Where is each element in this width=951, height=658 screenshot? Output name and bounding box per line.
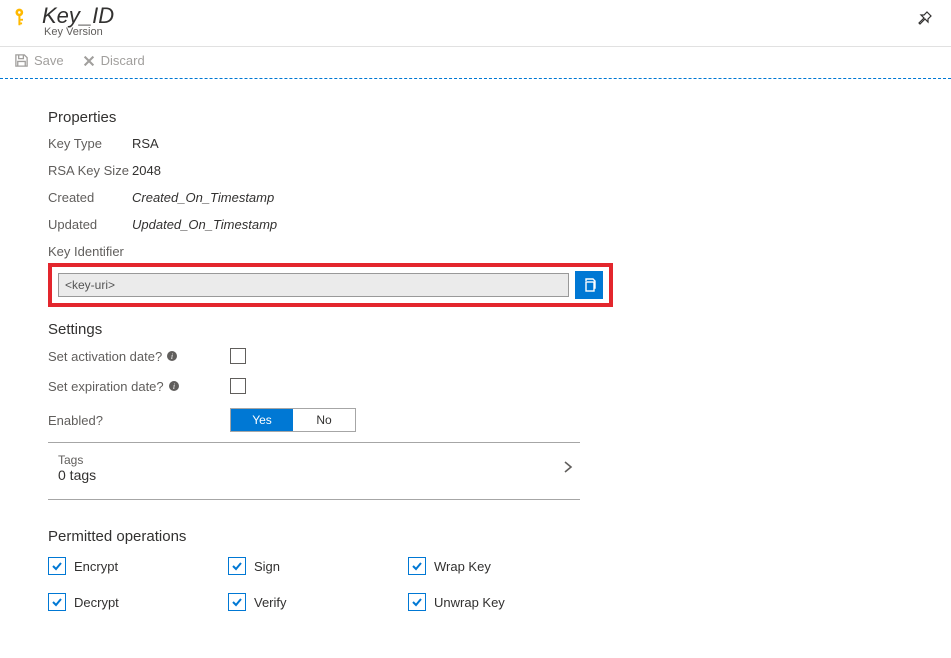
activation-checkbox[interactable] <box>230 348 246 364</box>
checkbox-checked-icon <box>408 593 426 611</box>
enabled-label: Enabled? <box>48 413 186 428</box>
prop-label: Updated <box>48 217 132 232</box>
svg-text:i: i <box>171 352 173 361</box>
key-identifier-highlight <box>48 263 613 307</box>
prop-rsa-size: RSA Key Size 2048 <box>48 163 951 178</box>
prop-value: RSA <box>132 136 159 151</box>
operations-heading: Permitted operations <box>48 528 951 545</box>
key-icon <box>12 6 34 31</box>
save-button[interactable]: Save <box>14 53 64 68</box>
enabled-no[interactable]: No <box>293 409 355 431</box>
checkbox-checked-icon <box>48 557 66 575</box>
copy-icon <box>581 277 597 293</box>
copy-button[interactable] <box>575 271 603 299</box>
activation-label: Set activation date? <box>48 349 162 364</box>
tags-label: Tags <box>58 453 96 467</box>
prop-label: RSA Key Size <box>48 163 132 178</box>
info-icon[interactable]: i <box>168 380 180 392</box>
op-label: Unwrap Key <box>434 595 505 610</box>
toolbar: Save Discard <box>0 47 951 79</box>
page-subtitle: Key Version <box>44 26 917 38</box>
divider <box>48 499 580 500</box>
expiration-label: Set expiration date? <box>48 379 164 394</box>
op-label: Verify <box>254 595 287 610</box>
content: Properties Key Type RSA RSA Key Size 204… <box>0 79 951 611</box>
save-label: Save <box>34 53 64 68</box>
prop-value: Created_On_Timestamp <box>132 190 274 205</box>
enabled-row: Enabled? Yes No <box>48 408 951 432</box>
properties-heading: Properties <box>48 109 951 126</box>
activation-date-row: Set activation date? i <box>48 348 951 364</box>
operations-grid: Encrypt Sign Wrap Key Decrypt Verify Unw… <box>48 557 951 611</box>
key-uri-input[interactable] <box>58 273 569 297</box>
op-label: Encrypt <box>74 559 118 574</box>
prop-label: Created <box>48 190 132 205</box>
tags-row[interactable]: Tags 0 tags <box>48 443 580 493</box>
op-label: Decrypt <box>74 595 119 610</box>
prop-updated: Updated Updated_On_Timestamp <box>48 217 951 232</box>
op-verify[interactable]: Verify <box>228 593 408 611</box>
page-title: Key_ID <box>42 4 917 28</box>
pin-icon[interactable] <box>917 10 933 29</box>
chevron-right-icon <box>562 459 574 478</box>
expiration-checkbox[interactable] <box>230 378 246 394</box>
tags-count: 0 tags <box>58 467 96 483</box>
prop-value: 2048 <box>132 163 161 178</box>
page-header: Key_ID Key Version <box>0 0 951 47</box>
prop-key-type: Key Type RSA <box>48 136 951 151</box>
save-icon <box>14 53 29 68</box>
op-encrypt[interactable]: Encrypt <box>48 557 228 575</box>
op-decrypt[interactable]: Decrypt <box>48 593 228 611</box>
op-label: Sign <box>254 559 280 574</box>
discard-label: Discard <box>101 53 145 68</box>
op-wrap-key[interactable]: Wrap Key <box>408 557 588 575</box>
info-icon[interactable]: i <box>166 350 178 362</box>
prop-created: Created Created_On_Timestamp <box>48 190 951 205</box>
prop-value: Updated_On_Timestamp <box>132 217 277 232</box>
discard-button[interactable]: Discard <box>82 53 145 68</box>
enabled-yes[interactable]: Yes <box>231 409 293 431</box>
settings-heading: Settings <box>48 321 951 338</box>
expiration-date-row: Set expiration date? i <box>48 378 951 394</box>
checkbox-checked-icon <box>228 593 246 611</box>
op-unwrap-key[interactable]: Unwrap Key <box>408 593 588 611</box>
op-label: Wrap Key <box>434 559 491 574</box>
op-sign[interactable]: Sign <box>228 557 408 575</box>
enabled-toggle[interactable]: Yes No <box>230 408 356 432</box>
checkbox-checked-icon <box>48 593 66 611</box>
checkbox-checked-icon <box>228 557 246 575</box>
key-identifier-label: Key Identifier <box>48 244 951 259</box>
prop-label: Key Type <box>48 136 132 151</box>
checkbox-checked-icon <box>408 557 426 575</box>
discard-icon <box>82 54 96 68</box>
svg-text:i: i <box>173 382 175 391</box>
